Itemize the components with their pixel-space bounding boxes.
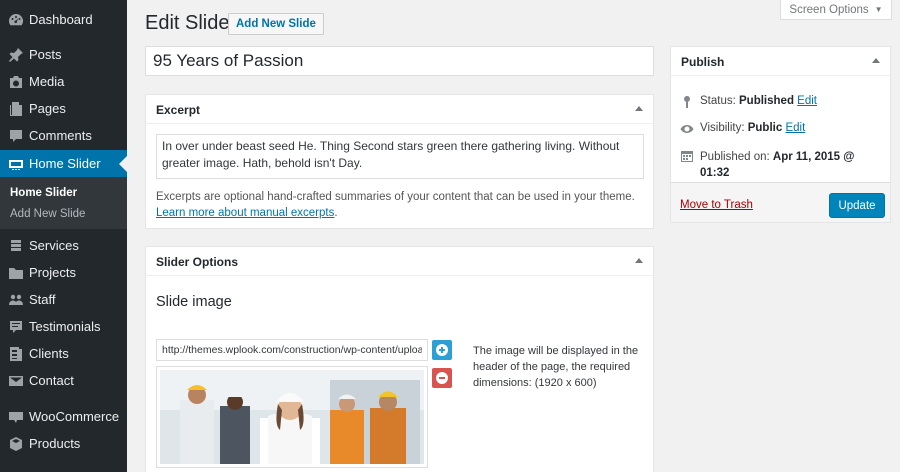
folder-icon xyxy=(8,265,24,281)
menu-item-products[interactable]: Products xyxy=(0,430,127,457)
menu-item-label: Products xyxy=(29,436,81,451)
screen-options-button[interactable]: Screen Options ▼ xyxy=(780,0,892,20)
products-icon xyxy=(8,436,24,452)
excerpt-help-text: Excerpts are optional hand-crafted summa… xyxy=(156,189,646,221)
collapse-toggle-icon[interactable] xyxy=(635,106,643,111)
status-label: Status: Published Edit xyxy=(700,95,817,107)
staff-icon xyxy=(8,292,24,308)
menu-item-projects[interactable]: Projects xyxy=(0,259,127,286)
collapse-toggle-icon[interactable] xyxy=(635,258,643,263)
menu-item-label: Projects xyxy=(29,265,76,280)
publish-visibility-row: Visibility: Public Edit xyxy=(680,122,805,136)
submenu-item-home-slider[interactable]: Home Slider xyxy=(10,187,77,199)
publish-postbox: Publish Status: Published Edit Visibilit… xyxy=(670,46,891,223)
menu-item-testimonials[interactable]: Testimonials xyxy=(0,313,127,340)
image-description: The image will be displayed in the heade… xyxy=(473,345,639,389)
menu-item-label: Clients xyxy=(29,346,69,361)
edit-status-link[interactable]: Edit xyxy=(797,95,817,107)
menu-item-label: Testimonials xyxy=(29,319,101,334)
excerpt-textarea[interactable]: In over under beast seed He. Thing Secon… xyxy=(156,134,644,179)
menu-item-posts[interactable]: Posts xyxy=(0,41,127,68)
slider-icon xyxy=(8,156,24,172)
menu-item-clients[interactable]: Clients xyxy=(0,340,127,367)
published-label-text: Published on: xyxy=(700,151,770,163)
menu-item-label: Contact xyxy=(29,373,74,388)
menu-item-label: Services xyxy=(29,238,79,253)
menu-item-home-slider[interactable]: Home Slider xyxy=(0,150,127,177)
excerpt-header[interactable]: Excerpt xyxy=(146,95,653,124)
update-button[interactable]: Update xyxy=(829,193,885,218)
edit-visibility-link[interactable]: Edit xyxy=(785,122,805,134)
eye-icon xyxy=(680,125,694,133)
construction-workers-photo xyxy=(160,370,424,464)
menu-item-staff[interactable]: Staff xyxy=(0,286,127,313)
menu-item-label: Comments xyxy=(29,128,92,143)
publish-header[interactable]: Publish xyxy=(671,47,890,76)
visibility-label-text: Visibility: xyxy=(700,122,745,134)
excerpt-help-end: . xyxy=(334,207,338,219)
slider-options-postbox: Slider Options Slide image The image wil… xyxy=(145,246,654,472)
visibility-value: Public xyxy=(747,122,783,134)
remove-image-button[interactable] xyxy=(432,368,452,388)
menu-item-contact[interactable]: Contact xyxy=(0,367,127,394)
dashboard-icon xyxy=(8,12,24,28)
publish-status-row: Status: Published Edit xyxy=(680,95,817,109)
status-label-text: Status: xyxy=(700,95,736,107)
page-title: Edit Slide xyxy=(145,12,230,34)
menu-item-label: Staff xyxy=(29,292,56,307)
menu-item-label: Dashboard xyxy=(29,12,93,27)
move-to-trash-link[interactable]: Move to Trash xyxy=(680,199,753,211)
submenu-item-add-new-slide[interactable]: Add New Slide xyxy=(10,208,85,220)
pin-icon xyxy=(8,47,24,63)
excerpt-heading: Excerpt xyxy=(156,103,201,117)
post-title-input[interactable] xyxy=(145,46,654,76)
pin-icon xyxy=(684,96,690,108)
slide-image-heading: Slide image xyxy=(156,294,232,310)
woocommerce-icon xyxy=(8,409,24,425)
contact-icon xyxy=(8,373,24,389)
pages-icon xyxy=(8,101,24,117)
plus-icon xyxy=(436,344,448,356)
menu-item-label: Pages xyxy=(29,101,66,116)
slider-options-header[interactable]: Slider Options xyxy=(146,247,653,276)
services-icon xyxy=(8,238,24,254)
comments-icon xyxy=(8,128,24,144)
clients-icon xyxy=(8,346,24,362)
publish-heading: Publish xyxy=(681,55,725,69)
image-url-input[interactable] xyxy=(156,339,428,361)
calendar-icon xyxy=(681,151,693,162)
status-value: Published xyxy=(739,95,794,107)
menu-item-label: Media xyxy=(29,74,65,89)
caret-down-icon: ▼ xyxy=(874,5,883,14)
add-image-button[interactable] xyxy=(432,340,452,360)
menu-item-services[interactable]: Services xyxy=(0,232,127,259)
menu-item-label: Home Slider xyxy=(29,156,101,171)
learn-more-link[interactable]: Learn more about manual excerpts xyxy=(156,207,334,219)
visibility-label: Visibility: Public Edit xyxy=(700,122,805,134)
testimonials-icon xyxy=(8,319,24,335)
menu-item-pages[interactable]: Pages xyxy=(0,95,127,122)
minus-icon xyxy=(436,372,448,384)
menu-item-dashboard[interactable]: Dashboard xyxy=(0,6,127,33)
media-icon xyxy=(8,74,24,90)
slide-image-preview xyxy=(156,366,428,468)
excerpt-postbox: Excerpt In over under beast seed He. Thi… xyxy=(145,94,654,229)
menu-item-media[interactable]: Media xyxy=(0,68,127,95)
home-slider-submenu: Home Slider Add New Slide xyxy=(0,177,127,229)
menu-item-label: WooCommerce xyxy=(29,409,120,424)
menu-item-woocommerce[interactable]: WooCommerce xyxy=(0,403,127,430)
admin-sidebar: Dashboard Posts Media Pages Comments Hom… xyxy=(0,0,127,472)
slider-options-heading: Slider Options xyxy=(156,255,239,269)
menu-item-comments[interactable]: Comments xyxy=(0,122,127,149)
collapse-toggle-icon[interactable] xyxy=(872,58,880,63)
menu-item-label: Posts xyxy=(29,47,62,62)
excerpt-help-body: Excerpts are optional hand-crafted summa… xyxy=(156,191,635,203)
screen-options-label: Screen Options xyxy=(789,3,869,16)
add-new-slide-button[interactable]: Add New Slide xyxy=(228,13,324,35)
